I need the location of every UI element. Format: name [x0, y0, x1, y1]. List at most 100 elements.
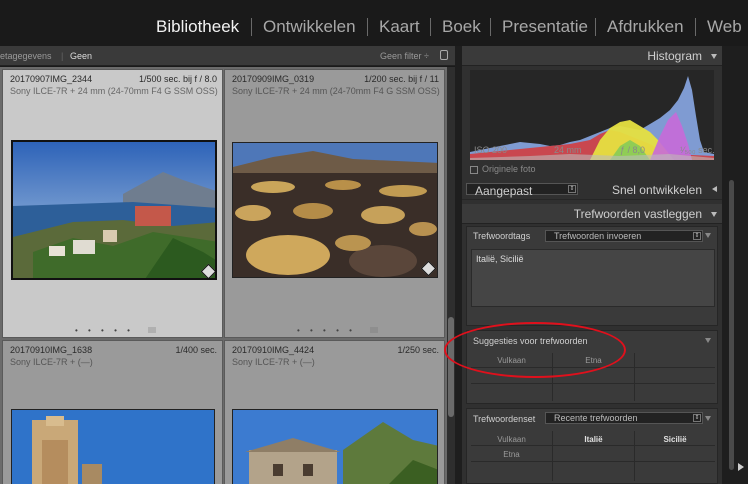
camera-label: Sony ILCE-7R + 24 mm (24-70mm F4 G SSM O… — [10, 86, 218, 96]
stone-house-photo — [233, 410, 437, 484]
module-slideshow[interactable]: Presentatie — [502, 17, 588, 37]
camera-label: Sony ILCE-7R + (—) — [232, 357, 315, 367]
panel-collapse-arrow-icon[interactable] — [738, 463, 744, 471]
keyword-set-item[interactable]: Sicilië — [635, 435, 715, 444]
grid-cell[interactable]: 20170907IMG_2344 1/500 sec. bij f / 8.0 … — [2, 69, 223, 338]
section-triangle-icon[interactable] — [705, 338, 711, 343]
filter-none-option[interactable]: Geen — [70, 51, 92, 61]
grid-scroll-thumb[interactable] — [448, 317, 454, 417]
module-book[interactable]: Boek — [442, 17, 481, 37]
saved-preset-select[interactable]: Aangepast ⇕ — [466, 183, 578, 198]
keyword-set-select[interactable]: Recente trefwoorden ⇕ — [545, 412, 703, 424]
keywording-header[interactable]: Trefwoorden vastleggen — [462, 204, 722, 224]
focal-length-value: 24 mm — [554, 145, 582, 155]
keyword-set-label: Trefwoordenset — [473, 414, 536, 424]
grid-cell[interactable]: 20170910IMG_1638 1/400 sec. Sony ILCE-7R… — [2, 340, 223, 484]
right-panel-scroll-thumb[interactable] — [729, 180, 734, 470]
exposure-label: 1/400 sec. — [175, 345, 217, 355]
thumbnail-rating-dots[interactable]: • • • • • — [75, 326, 134, 335]
camera-label: Sony ILCE-7R + (—) — [10, 357, 93, 367]
keyword-set-select-value: Recente trefwoorden — [554, 413, 638, 423]
filename-label: 20170910IMG_4424 — [232, 345, 315, 355]
filename-label: 20170907IMG_2344 — [10, 74, 93, 84]
thumbnail-image[interactable] — [11, 140, 217, 280]
keyword-set-section: Trefwoordenset Recente trefwoorden ⇕ Vul… — [466, 408, 718, 484]
module-separator — [367, 18, 368, 36]
module-separator — [490, 18, 491, 36]
expand-triangle-icon[interactable] — [712, 186, 717, 192]
quick-develop-header[interactable]: Aangepast ⇕ Snel ontwikkelen — [462, 180, 722, 200]
exposure-label: 1/250 sec. — [397, 345, 439, 355]
thumbnail-image[interactable] — [11, 409, 215, 484]
section-triangle-icon[interactable] — [705, 233, 711, 238]
suggestions-grid: Vulkaan Etna — [471, 353, 715, 401]
keyword-tags-label: Trefwoordtags — [473, 231, 531, 241]
quick-develop-title: Snel ontwikkelen — [611, 183, 702, 197]
module-separator — [695, 18, 696, 36]
collapse-triangle-icon[interactable] — [711, 212, 717, 217]
right-panel: Histogram ISO 200 24 mm ƒ / 8,0 ¹⁄₅₀₀ se… — [462, 46, 722, 484]
thumbnail-image[interactable] — [232, 142, 438, 278]
keyword-set-item[interactable]: Vulkaan — [471, 435, 552, 444]
suggested-keyword[interactable]: Vulkaan — [471, 356, 552, 365]
collapse-triangle-icon[interactable] — [711, 54, 717, 59]
thumbnail-rating-dots[interactable]: • • • • • — [297, 326, 356, 335]
histogram-title: Histogram — [647, 49, 702, 63]
keyword-suggestions-section: Suggesties voor trefwoorden Vulkaan Etna — [466, 330, 718, 404]
module-separator — [251, 18, 252, 36]
grid-line — [634, 353, 635, 401]
module-web[interactable]: Web — [707, 17, 742, 37]
library-filter-bar: etagegevens | Geen Geen filter ÷ — [0, 46, 455, 66]
saved-preset-value: Aangepast — [475, 184, 533, 198]
original-photo-label: Originele foto — [482, 164, 536, 174]
module-develop[interactable]: Ontwikkelen — [263, 17, 356, 37]
grid-cell[interactable]: 20170910IMG_4424 1/250 sec. Sony ILCE-7R… — [224, 340, 445, 484]
color-label-box[interactable] — [370, 327, 378, 333]
original-photo-checkbox[interactable] — [470, 166, 478, 174]
grid-line — [471, 461, 715, 462]
keywording-title: Trefwoorden vastleggen — [573, 207, 702, 221]
shutter-value: ¹⁄₅₀₀ sec. — [680, 145, 715, 155]
aperture-value: ƒ / 8,0 — [620, 145, 646, 155]
grid-scrollbar[interactable] — [447, 67, 455, 484]
exposure-label: 1/200 sec. bij f / 11 — [364, 74, 439, 84]
grid-line — [471, 445, 715, 446]
keyword-tags-select[interactable]: Trefwoorden invoeren ⇕ — [545, 230, 703, 242]
section-triangle-icon[interactable] — [705, 416, 711, 421]
ruin-tower-photo — [12, 410, 214, 484]
coastal-town-photo — [13, 142, 215, 278]
keyword-suggestions-label: Suggesties voor trefwoorden — [473, 336, 588, 346]
grid-line — [471, 383, 715, 384]
module-separator — [430, 18, 431, 36]
suggested-keyword[interactable]: Etna — [553, 356, 634, 365]
keyword-set-item[interactable]: Etna — [471, 450, 552, 459]
lava-field-photo — [233, 143, 437, 277]
camera-label: Sony ILCE-7R + 24 mm (24-70mm F4 G SSM O… — [232, 86, 440, 96]
keyword-set-item[interactable]: Italië — [553, 435, 634, 444]
select-stepper-icon: ⇕ — [568, 185, 576, 193]
thumbnail-image[interactable] — [232, 409, 438, 484]
iso-value: ISO 200 — [474, 145, 508, 155]
select-stepper-icon: ⇕ — [693, 414, 701, 422]
module-library[interactable]: Bibliotheek — [156, 17, 239, 37]
keyword-set-grid: Vulkaan Italië Sicilië Etna — [471, 431, 715, 481]
module-map[interactable]: Kaart — [379, 17, 420, 37]
filename-label: 20170909IMG_0319 — [232, 74, 315, 84]
exposure-label: 1/500 sec. bij f / 8.0 — [138, 74, 217, 84]
histogram-header[interactable]: Histogram — [462, 46, 722, 66]
color-label-box[interactable] — [148, 327, 156, 333]
keyword-tags-section: Trefwoordtags Trefwoorden invoeren ⇕ Ita… — [466, 226, 718, 326]
metadata-filter-label[interactable]: etagegevens — [0, 51, 52, 61]
filter-divider: | — [61, 51, 64, 61]
filter-preset-select[interactable]: Geen filter ÷ — [380, 51, 429, 61]
right-panel-scrollbar[interactable] — [722, 46, 748, 484]
keyword-tags-select-value: Trefwoorden invoeren — [554, 231, 642, 241]
grid-line — [471, 367, 715, 368]
lock-icon[interactable] — [440, 50, 448, 60]
select-stepper-icon: ⇕ — [693, 232, 701, 240]
grid-cell[interactable]: 20170909IMG_0319 1/200 sec. bij f / 11 S… — [224, 69, 445, 338]
module-separator — [595, 18, 596, 36]
module-print[interactable]: Afdrukken — [607, 17, 684, 37]
keyword-tags-textarea[interactable]: Italië, Sicilië — [471, 249, 715, 307]
filename-label: 20170910IMG_1638 — [10, 345, 93, 355]
